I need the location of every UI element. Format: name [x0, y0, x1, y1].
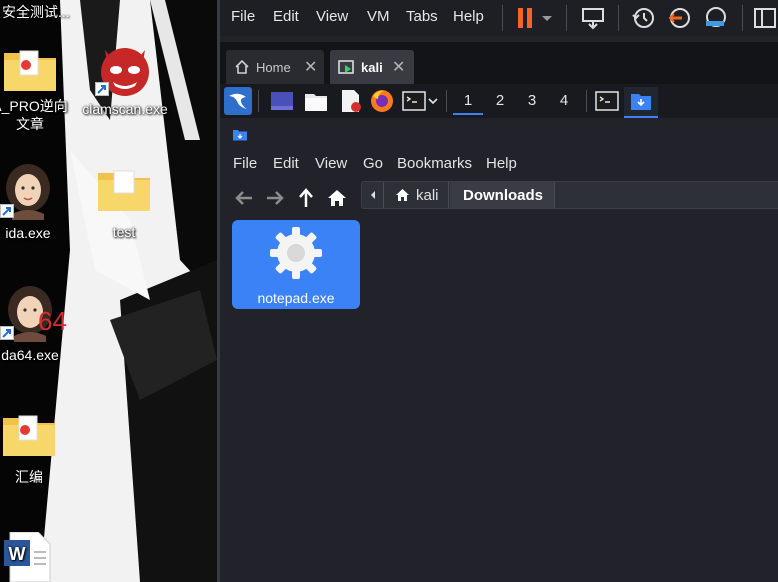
breadcrumb-label: Downloads [463, 187, 544, 204]
snapshot-manager-icon[interactable] [702, 5, 728, 31]
workspace-4[interactable]: 4 [549, 87, 579, 115]
fm-menu-bookmarks[interactable]: Bookmarks [397, 155, 472, 172]
panel-separator [446, 90, 447, 112]
path-scroll-left-button[interactable] [362, 182, 384, 208]
desktop-icon-ida64[interactable]: 64 da64.exe [0, 284, 80, 364]
kali-file-manager: File Edit View Go Bookmarks Help kali Do… [220, 118, 778, 582]
toolbar-separator [502, 5, 503, 31]
workspace-3[interactable]: 3 [517, 87, 547, 115]
fm-menu-view[interactable]: View [315, 155, 347, 172]
kali-menu-icon[interactable] [224, 87, 252, 115]
chevron-down-icon[interactable] [426, 87, 440, 115]
fm-menu-go[interactable]: Go [363, 155, 383, 172]
gear-icon [270, 227, 322, 279]
text-editor-icon[interactable] [336, 87, 364, 115]
snapshot-icon[interactable] [630, 5, 656, 31]
windows-desktop: 安全测试... A_PRO逆向 文章 clamscan.exe [0, 0, 217, 582]
breadcrumb-downloads[interactable]: Downloads [450, 182, 555, 208]
downloads-folder-icon [233, 130, 247, 141]
tab-label: kali [361, 60, 383, 75]
back-arrow-icon[interactable] [233, 187, 255, 209]
fm-menu-help[interactable]: Help [486, 155, 517, 172]
tab-label: Home [256, 60, 291, 75]
svg-text:W: W [9, 544, 26, 564]
menu-file[interactable]: File [231, 8, 255, 25]
vmware-tab-bar: Home ✕ kali ✕ [220, 42, 778, 84]
menu-tabs[interactable]: Tabs [406, 8, 438, 25]
panel-separator [258, 90, 259, 112]
tab-kali[interactable]: kali ✕ [330, 50, 414, 84]
fm-menu-edit[interactable]: Edit [273, 155, 299, 172]
file-name: notepad.exe [257, 290, 335, 306]
folder-icon [3, 415, 55, 456]
path-bar: kali Downloads [361, 181, 778, 209]
home-icon [235, 59, 249, 74]
close-icon[interactable]: ✕ [392, 57, 405, 77]
folder-icon [4, 50, 56, 91]
terminal-window-icon[interactable] [593, 87, 621, 115]
breadcrumb-label: kali [416, 187, 439, 204]
desktop-icon-ida[interactable]: ida.exe [0, 162, 78, 242]
pause-icon[interactable] [512, 5, 538, 31]
firefox-icon[interactable] [368, 87, 396, 115]
ida64-badge: 64 [38, 306, 67, 336]
desktop-icon-apro-folder[interactable]: A_PRO逆向 文章 [0, 45, 80, 133]
vm-running-icon [338, 60, 354, 74]
desktop-icon-label: ida.exe [5, 225, 51, 241]
menu-edit[interactable]: Edit [273, 8, 299, 25]
menu-vm[interactable]: VM [367, 8, 390, 25]
desktop-icon-test-folder[interactable]: test [74, 165, 174, 241]
toolbar-separator [618, 5, 619, 31]
downloads-window-button[interactable] [624, 87, 658, 118]
desktop-icon-label: A_PRO逆向 文章 [0, 98, 68, 132]
word-document-icon: W [4, 532, 51, 582]
breadcrumb-kali[interactable]: kali [385, 182, 449, 208]
shortcut-arrow-icon [0, 204, 14, 218]
folder-icon [98, 170, 150, 211]
terminal-icon[interactable] [400, 87, 428, 115]
desktop-icon-assembly-folder[interactable]: 汇编 [0, 410, 79, 486]
workspace-1[interactable]: 1 [453, 87, 483, 115]
send-ctrl-alt-del-icon[interactable] [580, 5, 606, 31]
desktop-icon-clamscan[interactable]: clamscan.exe [75, 38, 175, 118]
desktop-icon-word-doc[interactable]: W [0, 532, 56, 582]
vmware-window: File Edit View VM Tabs Help Home ✕ kali … [217, 0, 778, 582]
chevron-left-icon [371, 191, 375, 199]
fm-menu-file[interactable]: File [233, 155, 257, 172]
desktop-icon-label: clamscan.exe [82, 101, 168, 117]
up-arrow-icon[interactable] [295, 187, 317, 209]
tab-home[interactable]: Home ✕ [226, 50, 324, 84]
shortcut-arrow-icon [95, 82, 109, 96]
toolbar-separator [742, 5, 743, 31]
menu-help[interactable]: Help [453, 8, 484, 25]
shortcut-arrow-icon [0, 326, 14, 340]
revert-snapshot-icon[interactable] [666, 5, 692, 31]
close-icon[interactable]: ✕ [304, 57, 317, 77]
file-manager-icon[interactable] [302, 87, 330, 115]
vmware-menubar: File Edit View VM Tabs Help [220, 0, 778, 36]
desktop-icon-label: test [112, 224, 136, 240]
home-icon[interactable] [326, 187, 348, 209]
desktop-icon-label: da64.exe [1, 347, 59, 363]
desktop-icon-label: 汇编 [15, 469, 43, 485]
menu-view[interactable]: View [316, 8, 348, 25]
desktop-cut-off-label[interactable]: 安全测试... [2, 2, 70, 22]
chevron-down-icon[interactable] [540, 5, 554, 31]
file-item-notepad[interactable]: notepad.exe [232, 220, 360, 309]
toolbar-separator [566, 5, 567, 31]
home-icon [396, 189, 409, 201]
downloads-folder-icon [631, 94, 651, 110]
forward-arrow-icon[interactable] [264, 187, 286, 209]
kali-top-panel: 1 2 3 4 [220, 84, 778, 118]
workspace-2[interactable]: 2 [485, 87, 515, 115]
show-desktop-icon[interactable] [268, 87, 296, 115]
sidebar-toggle-icon[interactable] [752, 5, 778, 31]
panel-separator [586, 90, 587, 112]
